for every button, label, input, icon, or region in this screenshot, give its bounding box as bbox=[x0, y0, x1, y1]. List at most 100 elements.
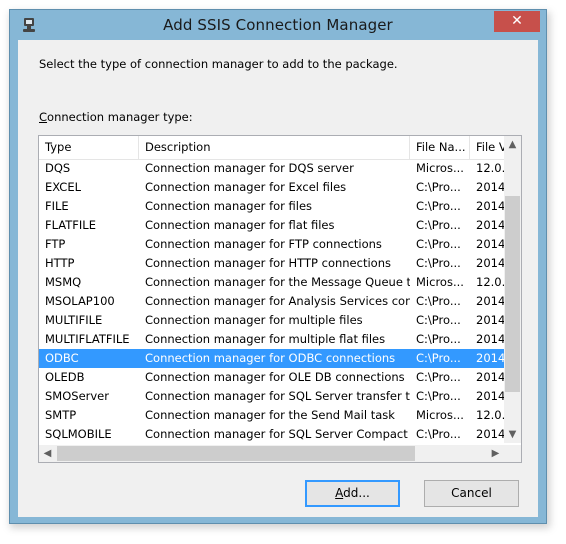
cancel-button[interactable]: Cancel bbox=[424, 480, 519, 507]
cell-file-version: 2014. bbox=[476, 351, 504, 365]
cell-file-version: 2014. bbox=[476, 237, 504, 251]
table-row[interactable]: SMTP Connection manager for the Send Mail… bbox=[39, 406, 504, 425]
table-row[interactable]: OLEDB Connection manager for OLE DB conne… bbox=[39, 368, 504, 387]
cell-type: FLATFILE bbox=[45, 218, 96, 232]
cell-description: Connection manager for HTTP connections bbox=[145, 256, 391, 270]
vertical-scroll-thumb[interactable] bbox=[505, 196, 520, 392]
table-row[interactable]: FLATFILE Connection manager for flat file… bbox=[39, 216, 504, 235]
cell-file-version: 12.0.( bbox=[476, 275, 504, 289]
cell-description: Connection manager for Excel files bbox=[145, 180, 347, 194]
dialog-body: Select the type of connection manager to… bbox=[18, 40, 538, 517]
cell-type: DQS bbox=[45, 161, 71, 175]
table-row[interactable]: MSMQ Connection manager for the Message Q… bbox=[39, 273, 504, 292]
scrollbar-corner bbox=[504, 445, 521, 462]
cell-type: SQLMOBILE bbox=[45, 427, 112, 441]
cell-description: Connection manager for SQL Server Compac… bbox=[145, 427, 410, 441]
cell-type: SMTP bbox=[45, 408, 77, 422]
cell-file-name: C:\Pro... bbox=[416, 256, 461, 270]
cell-file-name: C:\Pro... bbox=[416, 199, 461, 213]
cell-file-version: 2014. bbox=[476, 180, 504, 194]
column-header-type[interactable]: Type bbox=[39, 136, 139, 159]
connection-type-label-accel: C bbox=[39, 110, 48, 124]
title-bar[interactable]: Add SSIS Connection Manager ✕ bbox=[10, 10, 546, 40]
cell-type: MULTIFLATFILE bbox=[45, 332, 130, 346]
scroll-left-icon[interactable]: ◀ bbox=[39, 445, 56, 462]
cell-file-name: C:\Pro... bbox=[416, 180, 461, 194]
table-row[interactable]: ODBC Connection manager for ODBC connecti… bbox=[39, 349, 504, 368]
cell-file-name: Micros... bbox=[416, 408, 464, 422]
cell-description: Connection manager for DQS server bbox=[145, 161, 354, 175]
cell-type: FTP bbox=[45, 237, 66, 251]
cell-description: Connection manager for OLE DB connection… bbox=[145, 370, 405, 384]
cell-file-version: 2014. bbox=[476, 313, 504, 327]
add-button-rest: dd... bbox=[343, 486, 370, 500]
scroll-up-icon[interactable]: ▲ bbox=[504, 136, 521, 153]
table-row[interactable]: MSOLAP100 Connection manager for Analysis… bbox=[39, 292, 504, 311]
cell-file-version: 12.0.( bbox=[476, 161, 504, 175]
window-title: Add SSIS Connection Manager bbox=[163, 16, 393, 34]
table-row[interactable]: HTTP Connection manager for HTTP connecti… bbox=[39, 254, 504, 273]
instruction-text: Select the type of connection manager to… bbox=[39, 57, 398, 71]
dialog-window: Add SSIS Connection Manager ✕ Select the… bbox=[9, 9, 547, 524]
cell-description: Connection manager for the Send Mail tas… bbox=[145, 408, 395, 422]
cell-file-name: C:\Pro... bbox=[416, 427, 461, 441]
cell-file-version: 12.0.( bbox=[476, 408, 504, 422]
cell-description: Connection manager for multiple flat fil… bbox=[145, 332, 386, 346]
column-header-description[interactable]: Description bbox=[139, 136, 410, 159]
connection-type-label: Connection manager type: bbox=[39, 110, 193, 124]
cell-file-name: C:\Pro... bbox=[416, 370, 461, 384]
vertical-scrollbar[interactable]: ▲ ▼ bbox=[504, 136, 521, 443]
cell-file-name: Micros... bbox=[416, 161, 464, 175]
cell-file-name: C:\Pro... bbox=[416, 313, 461, 327]
cell-type: FILE bbox=[45, 199, 69, 213]
cell-type: EXCEL bbox=[45, 180, 82, 194]
scroll-right-icon[interactable]: ▶ bbox=[487, 445, 504, 462]
add-button-accel: A bbox=[335, 486, 344, 500]
table-row[interactable]: MULTIFLATFILE Connection manager for mult… bbox=[39, 330, 504, 349]
cell-file-name: C:\Pro... bbox=[416, 237, 461, 251]
cell-description: Connection manager for the Message Queue… bbox=[145, 275, 410, 289]
cell-type: MSMQ bbox=[45, 275, 82, 289]
cell-type: MULTIFILE bbox=[45, 313, 103, 327]
table-row[interactable]: DQS Connection manager for DQS server Micr… bbox=[39, 159, 504, 178]
cell-file-name: Micros... bbox=[416, 275, 464, 289]
horizontal-scroll-thumb[interactable] bbox=[57, 446, 415, 461]
cell-description: Connection manager for files bbox=[145, 199, 313, 213]
add-button[interactable]: Add... bbox=[305, 480, 400, 507]
cell-description: Connection manager for SQL Server transf… bbox=[145, 389, 410, 403]
cell-file-version: 2014. bbox=[476, 218, 504, 232]
cell-description: Connection manager for flat files bbox=[145, 218, 335, 232]
cell-file-name: C:\Pro... bbox=[416, 218, 461, 232]
cell-file-name: C:\Pro... bbox=[416, 389, 461, 403]
cell-type: ODBC bbox=[45, 351, 79, 365]
cell-file-version: 2014. bbox=[476, 199, 504, 213]
cell-type: OLEDB bbox=[45, 370, 85, 384]
cell-file-name: C:\Pro... bbox=[416, 351, 461, 365]
cell-file-name: C:\Pro... bbox=[416, 332, 461, 346]
cell-description: Connection manager for Analysis Services… bbox=[145, 294, 410, 308]
table-row[interactable]: EXCEL Connection manager for Excel files C… bbox=[39, 178, 504, 197]
close-button[interactable]: ✕ bbox=[494, 11, 540, 32]
horizontal-scrollbar[interactable]: ◀ ▶ bbox=[39, 445, 504, 462]
table-row[interactable]: SMOServer Connection manager for SQL Serv… bbox=[39, 387, 504, 406]
table-row[interactable]: FILE Connection manager for files C:\Pro..… bbox=[39, 197, 504, 216]
cell-type: SMOServer bbox=[45, 389, 109, 403]
cell-file-name: C:\Pro... bbox=[416, 294, 461, 308]
cell-description: Connection manager for multiple files bbox=[145, 313, 363, 327]
table-row[interactable]: SQLMOBILE Connection manager for SQL Serv… bbox=[39, 425, 504, 444]
cell-description: Connection manager for ODBC connections bbox=[145, 351, 396, 365]
cell-file-version: 2014. bbox=[476, 256, 504, 270]
cell-file-version: 2014. bbox=[476, 370, 504, 384]
cell-description: Connection manager for FTP connections bbox=[145, 237, 382, 251]
scroll-down-icon[interactable]: ▼ bbox=[504, 426, 521, 443]
column-header-file-name[interactable]: File Na... bbox=[410, 136, 470, 159]
close-icon: ✕ bbox=[511, 13, 523, 29]
cell-file-version: 2014. bbox=[476, 427, 504, 441]
connection-type-list[interactable]: Type Description File Na... File V DQS Co… bbox=[38, 135, 522, 463]
cell-file-version: 2014. bbox=[476, 332, 504, 346]
table-row[interactable]: FTP Connection manager for FTP connection… bbox=[39, 235, 504, 254]
cell-file-version: 2014. bbox=[476, 294, 504, 308]
connection-type-label-rest: onnection manager type: bbox=[47, 110, 193, 124]
cell-type: MSOLAP100 bbox=[45, 294, 115, 308]
table-row[interactable]: MULTIFILE Connection manager for multiple… bbox=[39, 311, 504, 330]
